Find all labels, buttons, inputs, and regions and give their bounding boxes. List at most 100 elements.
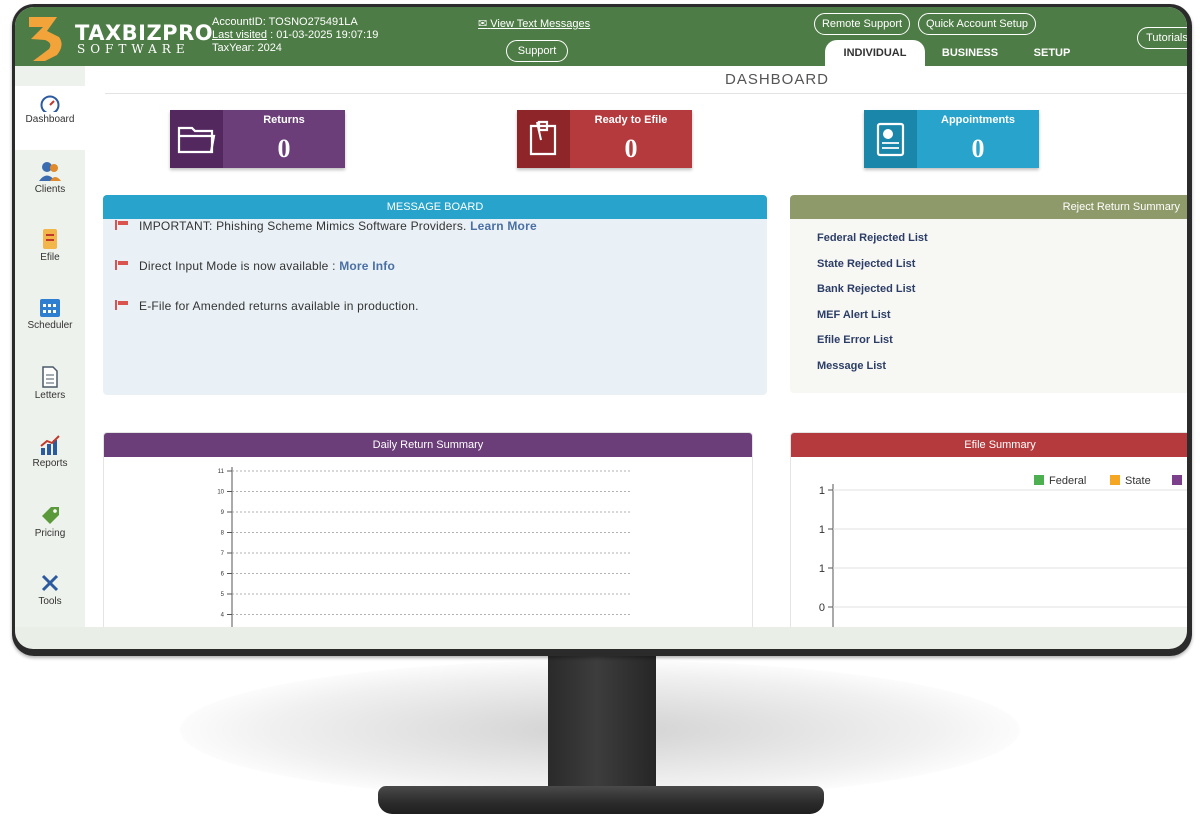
brand-logo-icon (29, 17, 62, 61)
sidebar-item-tools[interactable]: Tools (15, 566, 85, 627)
gauge-icon (40, 95, 60, 112)
tax-year: TaxYear: 2024 (212, 42, 282, 54)
y-tick-label: 6 (221, 572, 225, 578)
y-tick-label: 5 (221, 592, 225, 598)
sidebar-item-label: Pricing (34, 528, 66, 539)
sidebar-item-clients[interactable]: Clients (15, 154, 85, 218)
monitor-stand-base (378, 786, 824, 814)
federal-rejected-link[interactable]: Federal Rejected List (817, 232, 928, 244)
mef-alert-link[interactable]: MEF Alert List (817, 309, 891, 321)
chart-icon (40, 435, 60, 455)
sidebar-item-label: Clients (34, 184, 66, 195)
page-title: DASHBOARD (725, 71, 830, 88)
message-board: MESSAGE BOARD IMPORTANT: Phishing Scheme… (103, 195, 767, 395)
monitor-mockup: TAXBIZPRO SOFTWARE AccountID: TOSNO27549… (0, 0, 1200, 818)
y-tick-label: 7 (221, 551, 225, 557)
clipboard-icon (529, 120, 557, 156)
monitor-chin (15, 627, 1187, 649)
legend-swatch (1034, 475, 1044, 485)
y-tick-label: 1 (819, 485, 825, 497)
efile-summary-chart: 1110FederalStateBank (819, 475, 1187, 627)
appointment-list-icon (876, 122, 905, 157)
calendar-icon (40, 299, 60, 317)
sidebar: Dashboard Clients Efile Scheduler Letter… (15, 66, 85, 627)
message-list-link[interactable]: Message List (817, 360, 886, 372)
y-tick-label: 0 (819, 602, 825, 614)
sidebar-item-label: Dashboard (25, 114, 75, 125)
price-tag-icon (42, 507, 59, 524)
message-item: IMPORTANT: Phishing Scheme Mimics Softwa… (115, 219, 537, 233)
monitor-stand-neck (548, 652, 656, 800)
daily-summary-title: Daily Return Summary (104, 433, 752, 457)
sidebar-item-label: Efile (40, 252, 60, 263)
card-value: 0 (971, 134, 985, 163)
bank-rejected-link[interactable]: Bank Rejected List (817, 283, 915, 295)
tab-business[interactable]: BUSINESS (933, 40, 1007, 66)
tab-individual[interactable]: INDIVIDUAL (825, 40, 925, 66)
reject-return-summary: Reject Return Summary Federal Rejected L… (790, 195, 1187, 393)
message-board-title: MESSAGE BOARD (103, 195, 767, 219)
card-value: 0 (277, 134, 291, 163)
learn-more-link[interactable]: Learn More (470, 219, 537, 233)
y-tick-label: 9 (221, 510, 225, 516)
more-info-link[interactable]: More Info (339, 259, 395, 273)
title-divider (105, 93, 1187, 94)
tab-setup[interactable]: SETUP (1019, 40, 1085, 66)
support-button[interactable]: Support (506, 40, 568, 62)
card-title: Appointments (941, 114, 1015, 126)
appointments-card[interactable]: Appointments 0 (864, 110, 1039, 168)
quick-account-setup-button[interactable]: Quick Account Setup (918, 13, 1036, 35)
card-title: Ready to Efile (594, 114, 668, 126)
folder-icon (177, 126, 216, 154)
daily-return-chart: 11109876543 (217, 467, 632, 627)
returns-card[interactable]: Returns 0 (170, 110, 345, 168)
legend-swatch (1110, 475, 1120, 485)
reject-summary-title: Reject Return Summary (790, 195, 1187, 219)
main-content: DASHBOARD Returns 0 Ready to Efile 0 App… (85, 66, 1187, 627)
y-tick-label: 4 (221, 613, 225, 619)
message-item: Direct Input Mode is now available : Mor… (115, 259, 395, 273)
sidebar-item-letters[interactable]: Letters (15, 360, 85, 424)
sidebar-item-label: Reports (32, 458, 68, 469)
sidebar-item-scheduler[interactable]: Scheduler (15, 290, 85, 354)
sidebar-item-pricing[interactable]: Pricing (15, 498, 85, 562)
efile-summary: Efile Summary 1110FederalStateBank (790, 432, 1187, 627)
y-tick-label: 1 (819, 524, 825, 536)
users-icon (39, 162, 61, 181)
last-visited-value: : 01-03-2025 19:07:19 (267, 29, 379, 41)
state-rejected-link[interactable]: State Rejected List (817, 258, 915, 270)
sidebar-item-reports[interactable]: Reports (15, 428, 85, 492)
y-tick-label: 10 (217, 490, 224, 496)
brand-subtitle: SOFTWARE (77, 42, 190, 56)
tutorials-button[interactable]: Tutorials (1137, 27, 1187, 49)
account-id: AccountID: TOSNO275491LA (212, 16, 358, 28)
daily-return-summary: Daily Return Summary 11109876543 (103, 432, 753, 627)
last-visited-link[interactable]: Last visited (212, 29, 267, 41)
top-header: TAXBIZPRO SOFTWARE AccountID: TOSNO27549… (15, 7, 1187, 66)
legend-label: State (1125, 475, 1151, 487)
sidebar-item-label: Tools (38, 596, 62, 607)
envelope-icon: ✉ (478, 18, 488, 30)
legend-label: Federal (1049, 475, 1086, 487)
card-value: 0 (624, 134, 638, 163)
flag-icon (115, 300, 128, 310)
tools-icon (41, 574, 59, 592)
flag-icon (115, 260, 128, 270)
sidebar-item-efile[interactable]: Efile (15, 222, 85, 286)
efile-error-link[interactable]: Efile Error List (817, 334, 893, 346)
letter-icon (42, 366, 58, 388)
sidebar-item-label: Letters (34, 390, 66, 401)
account-info: AccountID: TOSNO275491LA Last visited : … (212, 16, 378, 55)
card-title: Returns (263, 114, 305, 126)
y-tick-label: 1 (819, 563, 825, 575)
app-screen: TAXBIZPRO SOFTWARE AccountID: TOSNO27549… (15, 7, 1187, 627)
view-text-messages-link[interactable]: ✉ View Text Messages (478, 17, 590, 30)
remote-support-button[interactable]: Remote Support (814, 13, 910, 35)
ready-to-efile-card[interactable]: Ready to Efile 0 (517, 110, 692, 168)
message-item: E-File for Amended returns available in … (115, 299, 419, 313)
y-tick-label: 8 (221, 531, 225, 537)
efile-summary-title: Efile Summary (791, 433, 1187, 457)
sidebar-item-dashboard[interactable]: Dashboard (15, 86, 85, 150)
legend-swatch (1172, 475, 1182, 485)
monitor-bezel: TAXBIZPRO SOFTWARE AccountID: TOSNO27549… (12, 4, 1192, 656)
